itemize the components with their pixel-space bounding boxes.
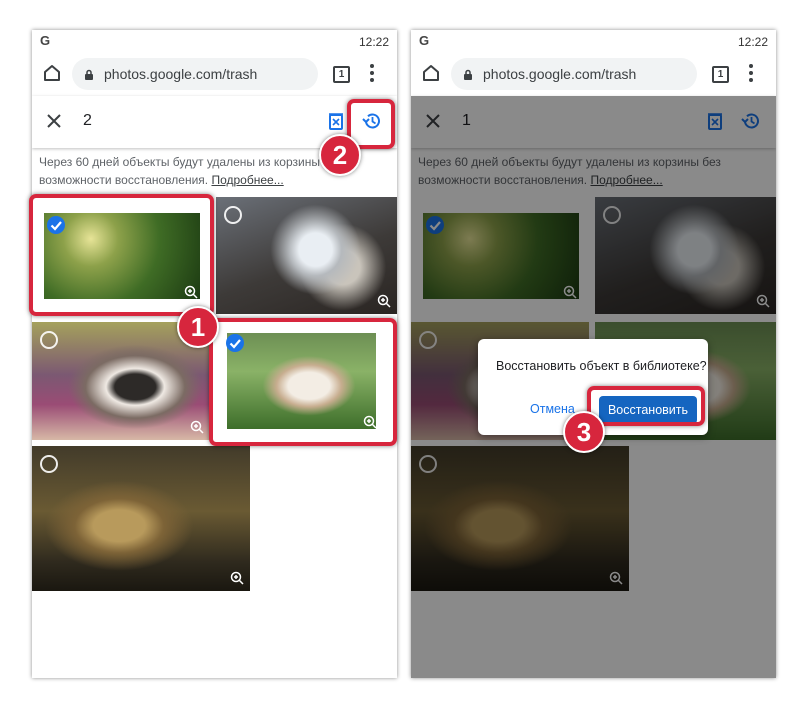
step-badge-2: 2 bbox=[319, 134, 361, 176]
notice-text: Через 60 дней объекты будут удалены из к… bbox=[39, 155, 342, 187]
selected-count: 2 bbox=[83, 112, 92, 129]
select-circle-icon[interactable] bbox=[40, 455, 58, 473]
menu-dots-icon[interactable] bbox=[370, 64, 374, 84]
google-logo: G bbox=[419, 33, 430, 48]
highlight-box-hamster-photo bbox=[209, 318, 397, 446]
home-icon[interactable] bbox=[422, 64, 440, 82]
photo-tile-dog[interactable] bbox=[216, 197, 397, 314]
step-badge-3: 3 bbox=[563, 411, 605, 453]
dialog-title: Восстановить объект в библиотеке? bbox=[496, 359, 707, 373]
highlight-box-leaf-photo bbox=[29, 194, 214, 316]
zoom-in-icon[interactable] bbox=[190, 420, 204, 434]
status-bar: G 12:22 bbox=[32, 30, 397, 52]
clock: 12:22 bbox=[358, 35, 389, 49]
status-bar: G 12:22 bbox=[411, 30, 776, 52]
cancel-button[interactable]: Отмена bbox=[530, 402, 575, 416]
tabs-icon[interactable]: 1 bbox=[333, 66, 350, 83]
google-logo: G bbox=[40, 33, 51, 48]
lock-icon bbox=[85, 69, 93, 80]
browser-toolbar: photos.google.com/trash 1 bbox=[32, 52, 397, 96]
url-text: photos.google.com/trash bbox=[483, 66, 637, 82]
monkey-photo bbox=[32, 446, 250, 591]
step-badge-1: 1 bbox=[177, 306, 219, 348]
tabs-icon[interactable]: 1 bbox=[712, 66, 729, 83]
delete-forever-icon[interactable] bbox=[329, 112, 343, 130]
url-text: photos.google.com/trash bbox=[104, 66, 258, 82]
close-icon[interactable] bbox=[46, 113, 62, 129]
lock-icon bbox=[464, 69, 472, 80]
highlight-box-restore-button bbox=[587, 386, 705, 426]
address-bar[interactable]: photos.google.com/trash bbox=[72, 58, 318, 90]
zoom-in-icon[interactable] bbox=[230, 571, 244, 585]
photo-tile-monkey[interactable] bbox=[32, 446, 250, 591]
clock: 12:22 bbox=[737, 35, 768, 49]
zoom-in-icon[interactable] bbox=[377, 294, 391, 308]
home-icon[interactable] bbox=[43, 64, 61, 82]
menu-dots-icon[interactable] bbox=[749, 64, 753, 84]
dog-photo bbox=[216, 197, 397, 314]
right-phone-screen: G 12:22 photos.google.com/trash 1 1 Чере… bbox=[411, 30, 776, 678]
browser-toolbar: photos.google.com/trash 1 bbox=[411, 52, 776, 96]
select-circle-icon[interactable] bbox=[40, 331, 58, 349]
address-bar[interactable]: photos.google.com/trash bbox=[451, 58, 697, 90]
learn-more-link[interactable]: Подробнее... bbox=[211, 173, 283, 187]
select-circle-icon[interactable] bbox=[224, 206, 242, 224]
